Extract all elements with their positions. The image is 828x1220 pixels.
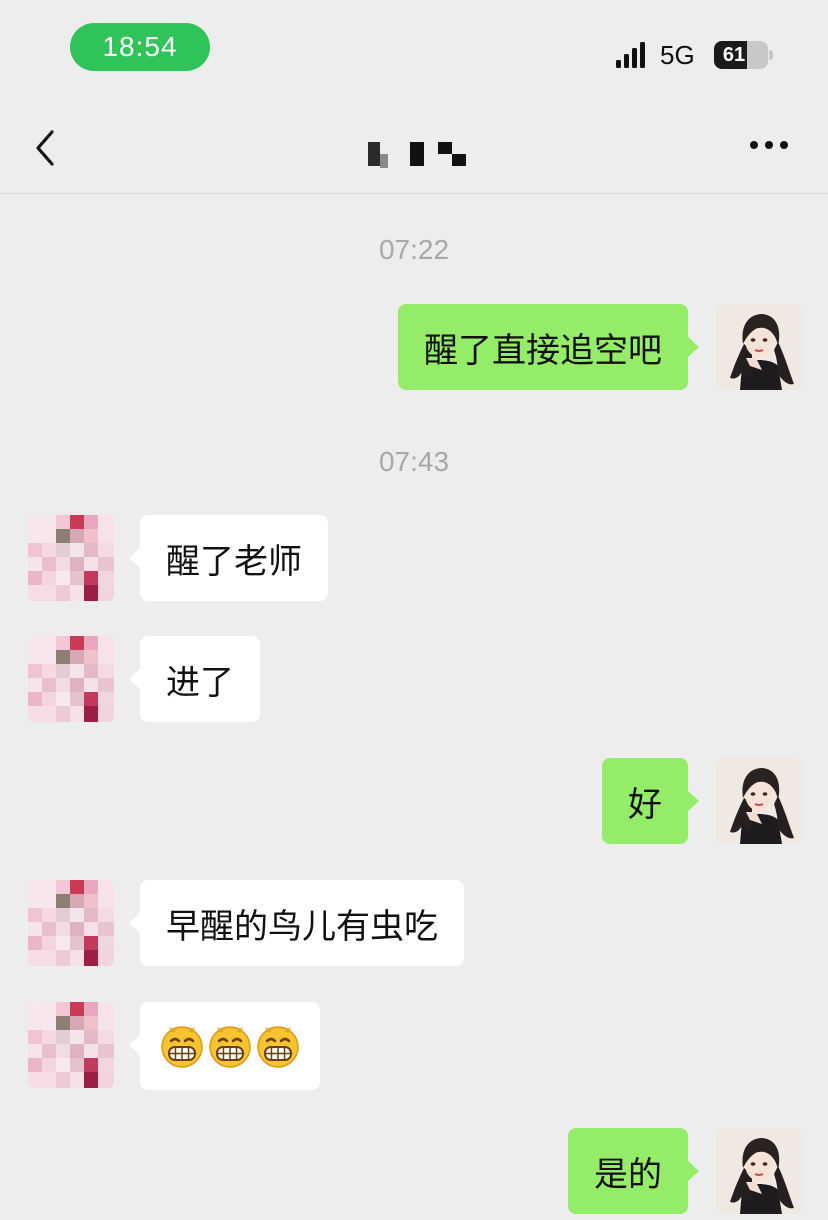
message-bubble-sent[interactable]: 是的 xyxy=(568,1128,699,1214)
my-avatar[interactable] xyxy=(716,304,802,390)
message-bubble-received[interactable]: 早醒的鸟儿有虫吃 xyxy=(129,880,464,966)
chevron-left-icon[interactable] xyxy=(28,126,68,170)
grinning-face-icon xyxy=(208,1024,252,1068)
battery-icon: 61 xyxy=(714,41,768,69)
status-time[interactable]: 18:54 xyxy=(70,23,210,71)
my-avatar[interactable] xyxy=(716,1128,802,1214)
ellipsis-icon[interactable] xyxy=(744,130,794,160)
timestamp: 07:43 xyxy=(378,446,450,477)
message-bubble-sent[interactable]: 醒了直接追空吧 xyxy=(398,304,699,390)
message-bubble-received[interactable]: 进了 xyxy=(129,636,260,722)
message-bubble-sent[interactable]: 好 xyxy=(602,758,699,844)
timestamp: 07:22 xyxy=(378,234,450,265)
grinning-face-icon xyxy=(160,1024,204,1068)
contact-avatar[interactable] xyxy=(28,880,114,966)
battery-percent: 61 xyxy=(722,44,746,66)
signal-icon xyxy=(616,42,645,68)
battery-tip xyxy=(769,50,773,60)
my-avatar[interactable] xyxy=(716,758,802,844)
network-type: 5G xyxy=(660,40,695,70)
contact-name-redacted xyxy=(368,142,466,168)
message-bubble-received[interactable]: 醒了老师 xyxy=(129,515,328,601)
chat-header xyxy=(0,100,828,194)
contact-avatar[interactable] xyxy=(28,636,114,722)
contact-avatar[interactable] xyxy=(28,515,114,601)
contact-avatar[interactable] xyxy=(28,1002,114,1088)
message-bubble-received-emoji[interactable] xyxy=(129,1002,320,1090)
status-bar: 18:54 5G 61 xyxy=(0,0,828,100)
grinning-face-icon xyxy=(256,1024,300,1068)
